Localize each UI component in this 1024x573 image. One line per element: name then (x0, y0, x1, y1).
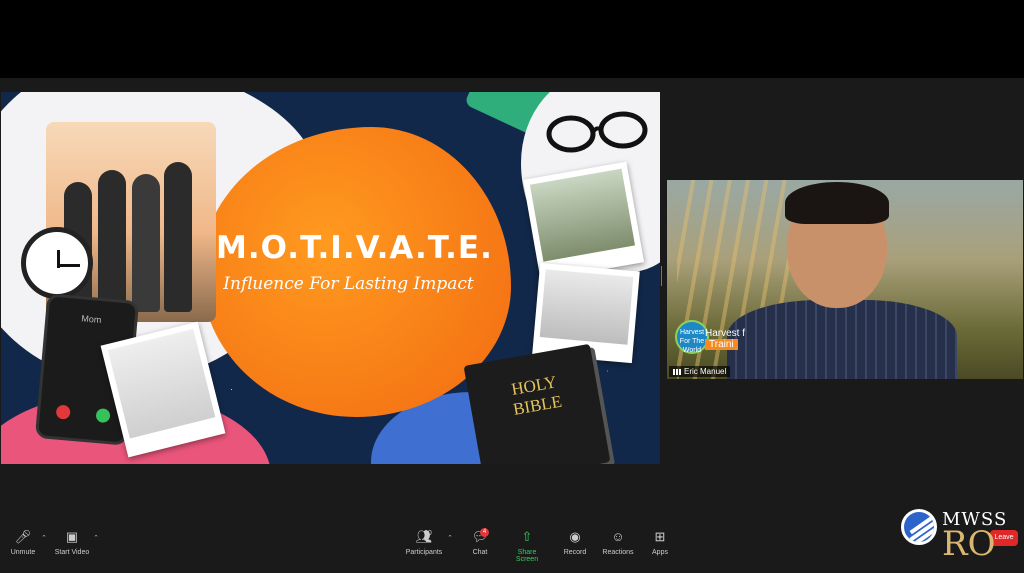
participant-name: Eric Manuel (684, 367, 727, 376)
harvest-logo-badge: Harvest For The World (675, 320, 709, 354)
virtual-background-banner: Harvest f Traini (705, 328, 745, 350)
record-icon: ◉ (569, 529, 581, 544)
signal-strength-icon (673, 368, 681, 375)
decline-call-icon (55, 404, 71, 420)
reactions-icon: ☺ (611, 529, 625, 544)
unmute-button[interactable]: 🎤︎ ⌃ Unmute (8, 528, 47, 556)
watermark-line2: RO (942, 524, 996, 564)
banner-line2: Traini (705, 339, 738, 350)
share-screen-icon: ⇧ (521, 529, 533, 544)
split-view-divider[interactable] (660, 266, 664, 286)
slide-title: M.O.T.I.V.A.T.E. (216, 230, 493, 266)
start-video-button[interactable]: ▣ ⌃ Start Video (54, 528, 99, 556)
record-label: Record (563, 549, 587, 556)
chevron-up-icon[interactable]: ⌃ (41, 534, 47, 542)
participant-name-tag: Eric Manuel (669, 366, 731, 377)
apps-label: Apps (652, 549, 668, 556)
participant-video-tile[interactable]: Harvest For The World Harvest f Traini E… (667, 180, 1023, 379)
holy-bible-image: HOLY BIBLE (463, 343, 611, 464)
speaker-shirt (727, 300, 957, 379)
phone-caller-label: Mom (81, 313, 102, 326)
reactions-button[interactable]: ☺ Reactions (602, 528, 634, 556)
meeting-toolbar: 🎤︎ ⌃ Unmute ▣ ⌃ Start Video 👥︎ 80 ⌃ Part… (0, 524, 1024, 573)
video-off-icon: ▣ (65, 529, 79, 544)
clock-icon (21, 227, 93, 299)
speaker-hair (785, 182, 889, 224)
microphone-muted-icon: 🎤︎ (14, 529, 32, 544)
share-screen-label: Share Screen (515, 549, 539, 563)
apps-icon: ⊞ (654, 529, 666, 544)
shared-screen-slide: Mom HOLY BIBLE M.O.T.I.V.A.T.E. Influenc… (1, 92, 660, 464)
participants-label: Participants (405, 549, 443, 556)
participants-count: 80 (424, 530, 432, 537)
reactions-label: Reactions (602, 549, 634, 556)
chat-button[interactable]: 💬︎ 4 Chat (470, 528, 490, 556)
chevron-up-icon[interactable]: ⌃ (447, 534, 453, 542)
slide-subtitle: Influence For Lasting Impact (223, 274, 474, 294)
chevron-up-icon[interactable]: ⌃ (93, 534, 99, 542)
chat-unread-badge: 4 (480, 528, 489, 537)
mwss-ro-watermark: MWSS RO (895, 507, 1020, 567)
share-screen-button[interactable]: ⇧ Share Screen (506, 528, 548, 563)
eyeglasses-image (546, 111, 648, 153)
mwss-logo-icon (901, 509, 937, 545)
apps-button[interactable]: ⊞ Apps (650, 528, 670, 556)
start-video-label: Start Video (54, 549, 90, 556)
accept-call-icon (95, 407, 111, 424)
banner-line1: Harvest f (705, 328, 746, 339)
participants-button[interactable]: 👥︎ 80 ⌃ Participants (404, 528, 453, 556)
unmute-label: Unmute (10, 549, 36, 556)
bible-title: HOLY BIBLE (509, 372, 564, 419)
record-button[interactable]: ◉ Record (562, 528, 588, 556)
chat-label: Chat (472, 549, 488, 556)
